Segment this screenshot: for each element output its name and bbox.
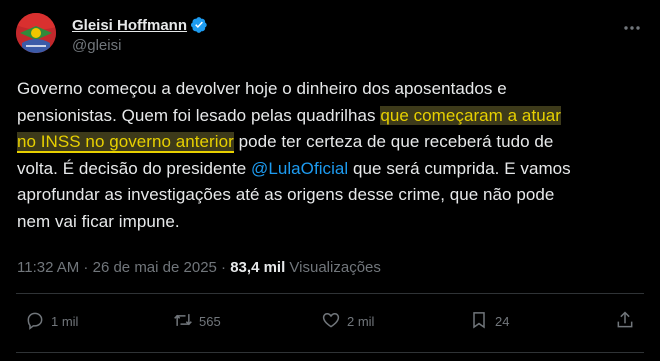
- tweet-header: Gleisi Hoffmann @gleisi: [16, 12, 644, 60]
- action-bar: 1 mil 565 2 mil 24: [0, 300, 660, 344]
- display-name[interactable]: Gleisi Hoffmann: [72, 17, 187, 34]
- tweet-line: nem vai ficar impune.: [17, 209, 639, 236]
- like-button[interactable]: 2 mil: [321, 310, 374, 333]
- tweet-meta: 11:32 AM · 26 de mai de 2025 · 83,4 mil …: [17, 259, 381, 276]
- share-button[interactable]: [615, 310, 635, 333]
- mention-link[interactable]: @LulaOficial: [251, 159, 348, 178]
- tweet-date[interactable]: 26 de mai de 2025: [93, 259, 217, 276]
- views-label: Visualizações: [285, 259, 381, 276]
- avatar[interactable]: [16, 13, 56, 53]
- text-span: que será cumprida. E vamos: [348, 158, 571, 178]
- verified-badge-icon: [190, 16, 208, 34]
- repost-icon: [173, 310, 193, 333]
- meta-separator: ·: [79, 259, 93, 276]
- tweet-line: no INSS no governo anterior pode ter cer…: [17, 129, 639, 156]
- highlighted-text: no INSS no governo anterior: [17, 132, 234, 153]
- bookmark-count: 24: [495, 314, 510, 329]
- text-span: pensionistas. Quem foi lesado pelas quad…: [17, 105, 381, 125]
- text-span: pode ter certeza de que receberá tudo de: [233, 132, 554, 151]
- bookmark-icon: [469, 310, 489, 333]
- highlighted-text: que começaram a atuar: [380, 105, 561, 125]
- reply-button[interactable]: 1 mil: [25, 310, 78, 333]
- repost-count: 565: [199, 314, 221, 329]
- views-count: 83,4 mil: [230, 259, 286, 276]
- tweet-time[interactable]: 11:32 AM: [17, 259, 79, 276]
- share-icon: [615, 310, 635, 333]
- text-span: volta. É decisão do presidente: [17, 158, 252, 178]
- meta-separator: ·: [216, 259, 231, 276]
- divider: [16, 352, 644, 353]
- divider: [16, 293, 644, 294]
- tweet-text: Governo começou a devolver hoje o dinhei…: [17, 76, 639, 235]
- tweet-line: aprofundar as investigações até as orige…: [17, 182, 639, 209]
- bookmark-button[interactable]: 24: [469, 310, 509, 333]
- text-span: nem vai ficar impune.: [17, 211, 180, 231]
- text-span: Governo começou a devolver hoje o dinhei…: [17, 79, 507, 98]
- reply-icon: [25, 310, 45, 333]
- more-dots-icon[interactable]: [622, 18, 642, 38]
- tweet-line: volta. É decisão do presidente @LulaOfic…: [17, 156, 639, 183]
- reply-count: 1 mil: [51, 314, 79, 329]
- like-count: 2 mil: [347, 314, 375, 329]
- tweet-line: Governo começou a devolver hoje o dinhei…: [17, 76, 639, 103]
- heart-icon: [321, 310, 341, 333]
- text-span: aprofundar as investigações até as orige…: [17, 185, 555, 204]
- tweet-line: pensionistas. Quem foi lesado pelas quad…: [17, 103, 639, 130]
- user-handle[interactable]: @gleisi: [72, 37, 208, 54]
- repost-button[interactable]: 565: [173, 310, 221, 333]
